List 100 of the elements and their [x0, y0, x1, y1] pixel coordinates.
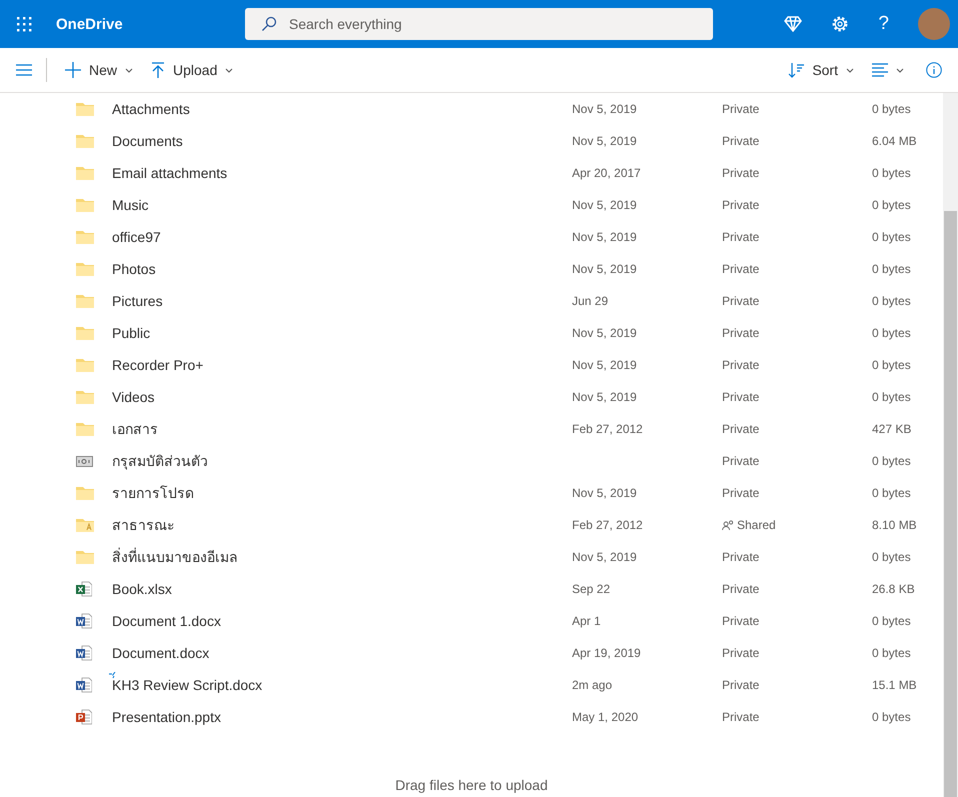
- file-size: 0 bytes: [872, 358, 911, 372]
- modified-date: Apr 1: [572, 614, 601, 628]
- word-file-icon: [76, 613, 92, 629]
- sharing-status: Private: [722, 550, 760, 564]
- word-file-icon: [76, 645, 92, 661]
- powerpoint-file-icon: [76, 709, 92, 725]
- file-name[interactable]: Videos: [112, 389, 155, 405]
- modified-date: Nov 5, 2019: [572, 134, 637, 148]
- sharing-status: Private: [722, 326, 760, 340]
- file-size: 427 KB: [872, 422, 912, 436]
- modified-date: Nov 5, 2019: [572, 198, 637, 212]
- modified-date: Feb 27, 2012: [572, 518, 643, 532]
- file-size: 26.8 KB: [872, 582, 915, 596]
- file-name[interactable]: Public: [112, 325, 150, 341]
- sharing-status: Private: [722, 486, 760, 500]
- file-name[interactable]: Recorder Pro+: [112, 357, 204, 373]
- modified-date: Nov 5, 2019: [572, 102, 637, 116]
- file-name[interactable]: Photos: [112, 261, 156, 277]
- file-name[interactable]: สาธารณะ: [112, 517, 175, 533]
- folder-icon: [76, 262, 94, 276]
- caret-icon: [896, 68, 904, 72]
- drop-hint: Drag files here to upload: [395, 777, 548, 793]
- file-size: 0 bytes: [872, 710, 911, 724]
- diamond-icon[interactable]: [784, 16, 802, 32]
- sharing-status: Private: [722, 262, 760, 276]
- sharing-status: Private: [722, 678, 760, 692]
- scrollbar-thumb[interactable]: [944, 211, 957, 797]
- file-name[interactable]: Documents: [112, 133, 183, 149]
- upload-button[interactable]: Upload: [145, 58, 240, 82]
- sharing-status: Private: [722, 582, 760, 596]
- file-name[interactable]: KH3 Review Script.docx: [112, 677, 262, 693]
- file-name[interactable]: กรุสมบัติส่วนตัว: [112, 453, 208, 469]
- folder-icon: [76, 294, 94, 308]
- modified-date: Nov 5, 2019: [572, 262, 637, 276]
- app-name[interactable]: OneDrive: [56, 16, 245, 32]
- search-icon: [261, 16, 277, 32]
- file-size: 0 bytes: [872, 390, 911, 404]
- sharing-status: Private: [722, 614, 760, 628]
- file-name[interactable]: สิ่งที่แนบมาของอีเมล: [112, 549, 238, 565]
- sharing-status: Private: [722, 230, 760, 244]
- modified-date: Nov 5, 2019: [572, 358, 637, 372]
- file-name[interactable]: รายการโปรด: [112, 485, 194, 501]
- sharing-status: Private: [722, 166, 760, 180]
- file-name[interactable]: Document.docx: [112, 645, 210, 661]
- modified-date: 2m ago: [572, 678, 612, 692]
- sharing-status: Private: [722, 454, 760, 468]
- file-size: 8.10 MB: [872, 518, 917, 532]
- settings-icon[interactable]: [831, 15, 850, 33]
- folder-icon: [76, 326, 94, 340]
- sharing-status: Private: [722, 134, 760, 148]
- modified-date: Nov 5, 2019: [572, 326, 637, 340]
- file-size: 0 bytes: [872, 230, 911, 244]
- file-size: 0 bytes: [872, 614, 911, 628]
- vault-icon: [76, 456, 93, 466]
- file-name[interactable]: office97: [112, 229, 161, 245]
- modified-date: Nov 5, 2019: [572, 486, 637, 500]
- file-name[interactable]: Presentation.pptx: [112, 709, 221, 725]
- sharing-status: Private: [722, 198, 760, 212]
- file-name[interactable]: Document 1.docx: [112, 613, 221, 629]
- list-view-icon: [872, 63, 888, 77]
- file-name[interactable]: Attachments: [112, 101, 190, 117]
- file-name[interactable]: เอกสาร: [112, 421, 158, 437]
- new-button[interactable]: New: [59, 58, 140, 82]
- file-size: 6.04 MB: [872, 134, 917, 148]
- folder-icon: [76, 230, 94, 244]
- modified-date: Nov 5, 2019: [572, 390, 637, 404]
- sort-button[interactable]: Sort: [782, 58, 860, 82]
- help-button[interactable]: ?: [878, 13, 889, 35]
- sharing-status: Shared: [737, 518, 776, 532]
- menu-icon[interactable]: [16, 64, 32, 76]
- file-name[interactable]: Book.xlsx: [112, 581, 172, 597]
- caret-icon: [125, 68, 134, 72]
- modified-date: Jun 29: [572, 294, 608, 308]
- file-size: 0 bytes: [872, 326, 911, 340]
- file-size: 0 bytes: [872, 262, 911, 276]
- file-size: 0 bytes: [872, 294, 911, 308]
- file-size: 0 bytes: [872, 454, 911, 468]
- file-name[interactable]: Music: [112, 197, 149, 213]
- file-size: 0 bytes: [872, 102, 911, 116]
- file-name[interactable]: Pictures: [112, 293, 163, 309]
- folder-icon: [76, 166, 94, 180]
- sharing-status: Private: [722, 710, 760, 724]
- folder-icon: [76, 390, 94, 404]
- excel-file-icon: [76, 581, 92, 597]
- info-icon[interactable]: [926, 62, 942, 78]
- file-size: 0 bytes: [872, 198, 911, 212]
- plus-icon: [65, 62, 81, 78]
- modified-date: Sep 22: [572, 582, 610, 596]
- folder-icon: [76, 198, 94, 212]
- word-file-icon: [76, 677, 92, 693]
- file-size: 0 bytes: [872, 550, 911, 564]
- modified-date: Nov 5, 2019: [572, 230, 637, 244]
- file-size: 0 bytes: [872, 486, 911, 500]
- upload-icon: [151, 62, 166, 78]
- scrollbar[interactable]: [943, 93, 958, 797]
- search-field[interactable]: Search everything: [245, 8, 713, 40]
- modified-date: May 1, 2020: [572, 710, 638, 724]
- file-name[interactable]: Email attachments: [112, 165, 228, 181]
- sharing-status: Private: [722, 422, 760, 436]
- caret-icon: [846, 68, 854, 72]
